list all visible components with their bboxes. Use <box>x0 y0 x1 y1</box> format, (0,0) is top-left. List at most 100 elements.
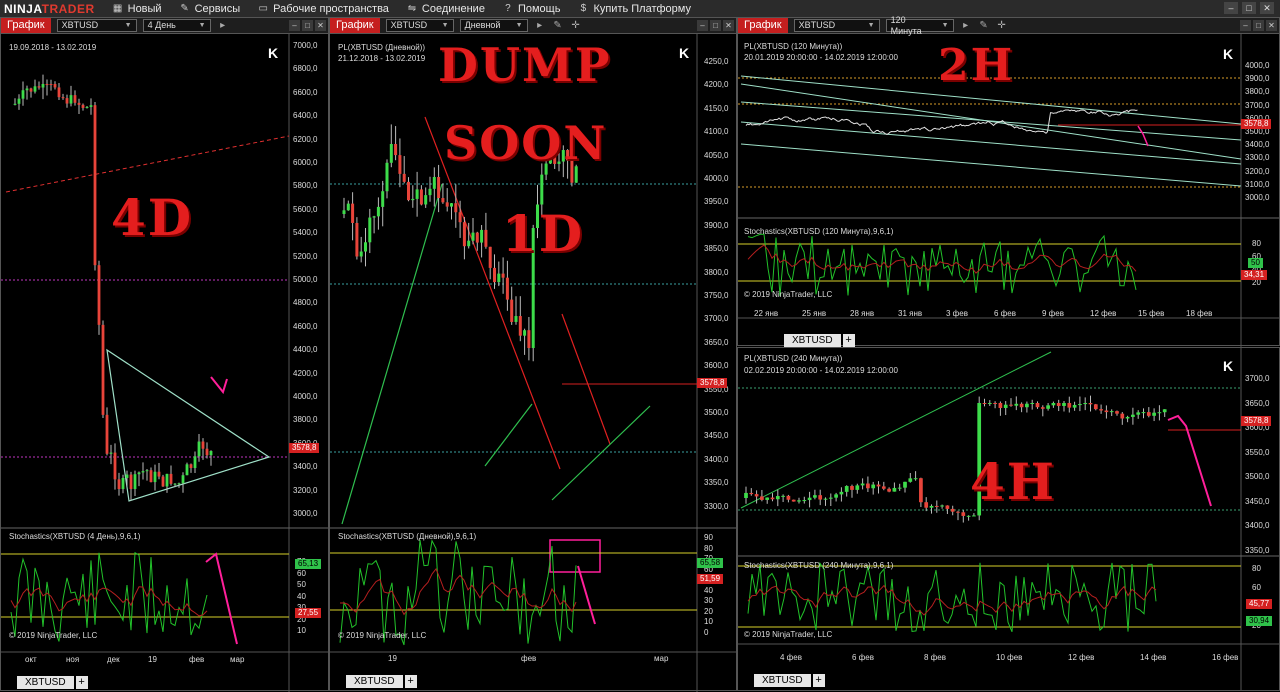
stoch-tick: 80 <box>704 543 713 553</box>
instrument-tab-1d[interactable]: XBTUSD <box>346 674 403 688</box>
close-icon[interactable]: ✕ <box>723 20 734 31</box>
stoch-tick: 40 <box>704 585 713 595</box>
instrument-tab-2h[interactable]: XBTUSD <box>784 333 841 347</box>
interval-select-4d[interactable]: 4 День ▼ <box>142 19 211 32</box>
candle <box>351 203 355 223</box>
candle <box>1099 409 1103 411</box>
candle <box>1157 412 1162 414</box>
candle <box>33 86 37 92</box>
candle <box>876 484 881 487</box>
chevron-down-icon: ▼ <box>441 22 449 29</box>
candle <box>346 203 350 211</box>
instrument-select-1d[interactable]: XBTUSD ▼ <box>385 19 454 32</box>
stoch-tick: 80 <box>1252 564 1261 573</box>
chart-tab-4d[interactable]: График <box>1 18 51 33</box>
candle <box>1030 403 1035 404</box>
stoch-k-flag-4d: 65,13 <box>295 559 322 569</box>
minimize-icon[interactable]: – <box>1224 2 1238 14</box>
menu-new[interactable]: ▦ Новый <box>107 3 174 15</box>
menu-connection[interactable]: ⇋ Соединение <box>401 3 497 15</box>
menu-bar: NINJATRADER ▦ Новый ✎ Сервисы ▭ Рабочие про… <box>0 0 1280 18</box>
candle <box>97 265 101 325</box>
add-tab-icon[interactable]: + <box>812 673 825 687</box>
menu-tools[interactable]: ✎ Сервисы <box>174 3 253 15</box>
highlight-box <box>549 539 601 573</box>
minimize-icon[interactable]: – <box>289 20 300 31</box>
maximize-icon[interactable]: □ <box>1242 2 1256 14</box>
maximize-icon[interactable]: □ <box>302 20 313 31</box>
menu-connection-label: Соединение <box>421 2 485 15</box>
stoch-tick: 90 <box>704 533 713 542</box>
candle <box>17 98 21 104</box>
pencil-icon[interactable]: ✎ <box>552 20 564 31</box>
stoch-title-2h: Stochastics(XBTUSD (120 Минута),9,6,1) <box>744 227 894 236</box>
interval-select-2h[interactable]: 120 Минута ▼ <box>885 15 954 36</box>
price-tick: 3350,0 <box>704 478 729 488</box>
close-icon[interactable]: ✕ <box>1266 20 1277 31</box>
close-icon[interactable]: ✕ <box>1260 2 1274 14</box>
candle <box>791 499 796 502</box>
menu-help[interactable]: ? Помощь <box>497 3 573 15</box>
candle <box>781 495 785 497</box>
stoch-title-4h: Stochastics(XBTUSD (240 Минута),9,6,1) <box>744 561 894 570</box>
channel-line <box>740 101 1242 141</box>
crosshair-icon[interactable]: ✛ <box>996 20 1008 31</box>
interval-select-1d[interactable]: Дневной ▼ <box>459 19 528 32</box>
cursor-icon[interactable]: ▸ <box>534 20 546 31</box>
collapse-panel-icon[interactable]: K <box>268 45 278 61</box>
candle <box>394 144 398 156</box>
menu-workspaces[interactable]: ▭ Рабочие пространства <box>252 3 401 15</box>
minimize-icon[interactable]: – <box>1240 20 1251 31</box>
price-tick: 3200,0 <box>1245 166 1270 176</box>
add-tab-icon[interactable]: + <box>404 674 417 688</box>
chart-tab-2h[interactable]: График <box>738 18 788 33</box>
arrow-annotation <box>210 376 228 395</box>
price-tick: 3750,0 <box>704 291 729 300</box>
pencil-icon[interactable]: ✎ <box>978 20 990 31</box>
instrument-tab-4h[interactable]: XBTUSD <box>754 673 811 687</box>
maximize-icon[interactable]: □ <box>1253 20 1264 31</box>
candle <box>866 483 870 489</box>
instrument-tab-4d[interactable]: XBTUSD <box>17 675 74 689</box>
candle <box>428 188 432 196</box>
candle <box>113 452 117 480</box>
candle <box>424 195 428 205</box>
maximize-icon[interactable]: □ <box>710 20 721 31</box>
menu-buy[interactable]: $ Купить Платформу <box>572 3 703 15</box>
instrument-select-2h[interactable]: XBTUSD ▼ <box>793 19 880 32</box>
crosshair-icon[interactable]: ✛ <box>570 20 582 31</box>
time-tick: фев <box>521 654 537 663</box>
candle <box>484 229 488 247</box>
arrow-annotation <box>205 552 238 645</box>
price-tick: 3400,0 <box>1245 140 1270 150</box>
add-tab-icon[interactable]: + <box>75 675 88 689</box>
stoch-tick: 40 <box>297 591 306 601</box>
instrument-select-4d[interactable]: XBTUSD ▼ <box>56 19 137 32</box>
time-tick: 10 фев <box>996 653 1023 662</box>
stoch-k-line <box>339 539 577 646</box>
collapse-panel-icon[interactable]: K <box>679 45 689 61</box>
cursor-icon[interactable]: ▸ <box>217 20 229 31</box>
chart-tab-1d[interactable]: График <box>330 18 380 33</box>
candle <box>415 189 419 199</box>
candle <box>29 88 33 92</box>
collapse-panel-icon[interactable]: K <box>1223 358 1233 374</box>
candle <box>834 494 838 498</box>
chart-canvas-4d[interactable] <box>1 34 328 692</box>
candle <box>1093 404 1098 410</box>
candle <box>189 464 193 469</box>
add-tab-icon[interactable]: + <box>842 333 855 347</box>
candle <box>61 97 65 99</box>
candle <box>193 456 197 469</box>
chart-window-2h: График XBTUSD ▼ 120 Минута ▼ ▸ ✎ ✛ – □ ✕ PL(… <box>737 15 1280 347</box>
candle <box>860 483 865 486</box>
cursor-icon[interactable]: ▸ <box>960 20 972 31</box>
candle <box>1062 403 1066 406</box>
last-price-flag-2h: 3578,8 <box>1241 119 1272 129</box>
minimize-icon[interactable]: – <box>697 20 708 31</box>
help-icon: ? <box>505 2 511 14</box>
candle <box>1046 405 1050 409</box>
collapse-panel-icon[interactable]: K <box>1223 46 1233 62</box>
close-icon[interactable]: ✕ <box>315 20 326 31</box>
candle <box>449 203 454 207</box>
